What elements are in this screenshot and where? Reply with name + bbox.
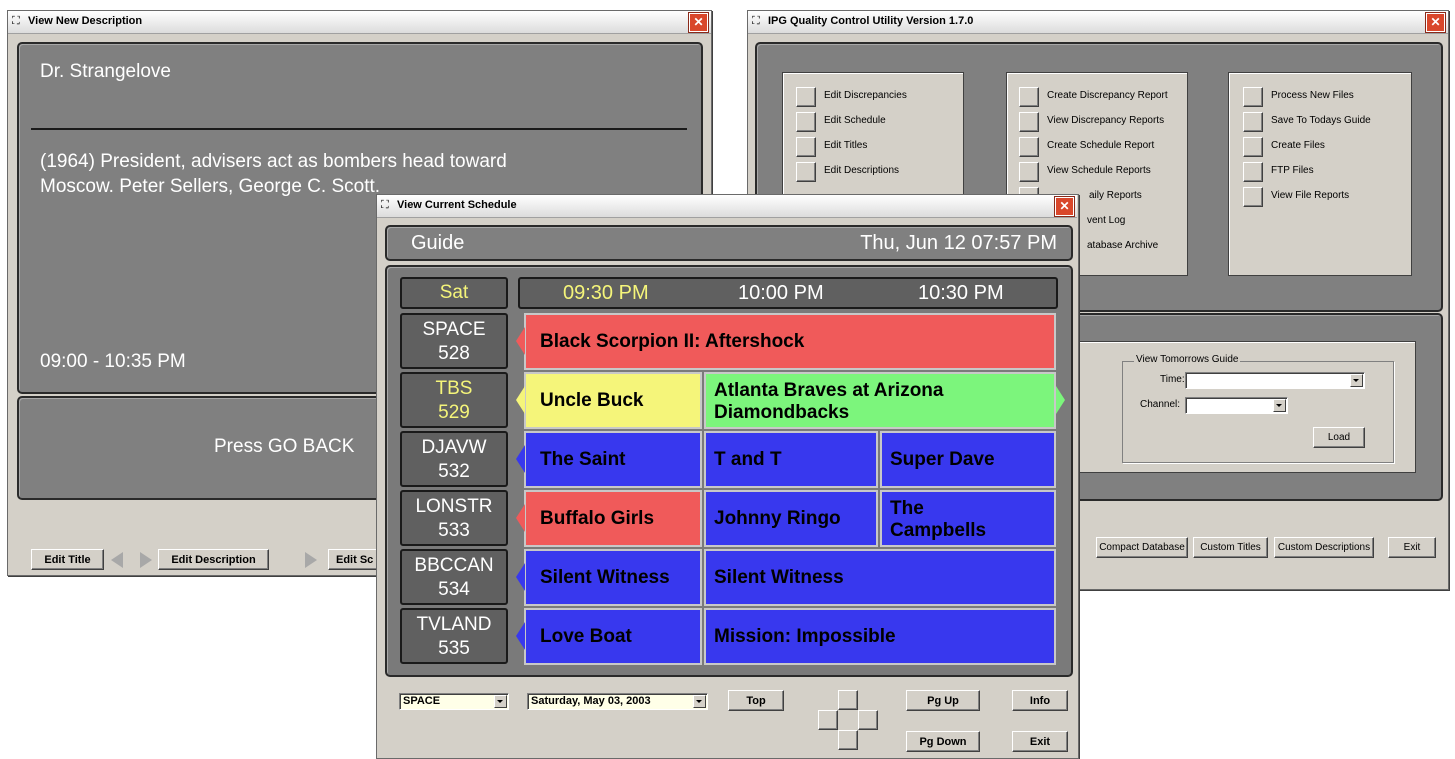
channel-select[interactable]: SPACE xyxy=(399,693,509,710)
program-cell[interactable]: The Saint xyxy=(524,431,702,488)
continues-left-marker xyxy=(516,386,525,414)
program-cell[interactable]: Super Dave xyxy=(880,431,1056,488)
program-cell[interactable]: The Campbells xyxy=(880,490,1056,547)
app-icon: ⛶ xyxy=(381,199,389,211)
qc-window-titlebar[interactable]: ⛶ IPG Quality Control Utility Version 1.… xyxy=(748,11,1448,34)
program-cell[interactable]: Johnny Ringo xyxy=(704,490,878,547)
continues-right-marker xyxy=(1056,386,1065,414)
custom-descriptions-button[interactable]: Custom Descriptions xyxy=(1274,537,1374,558)
edit-title-button[interactable]: Edit Title xyxy=(31,549,104,570)
press-go-back-message: Press GO BACK xyxy=(214,436,355,457)
app-icon: ⛶ xyxy=(752,15,760,27)
window-title: View New Description xyxy=(28,15,143,27)
window-title: View Current Schedule xyxy=(397,199,517,211)
load-button[interactable]: Load xyxy=(1313,427,1365,448)
description-line-2: Moscow. Peter Sellers, George C. Scott. xyxy=(40,176,381,197)
page-up-button[interactable]: Pg Up xyxy=(906,690,980,711)
channel-label: Channel: xyxy=(1140,399,1181,410)
channel-space[interactable]: SPACE 528 xyxy=(400,313,508,369)
dpad-left[interactable] xyxy=(818,710,838,730)
chevron-down-icon[interactable] xyxy=(693,695,706,708)
arrow-left-icon[interactable] xyxy=(111,552,123,568)
program-cell[interactable]: Atlanta Braves at Arizona Diamondbacks xyxy=(704,372,1056,429)
day-label-box: Sat xyxy=(400,277,508,309)
edit-description-button[interactable]: Edit Description xyxy=(158,549,269,570)
qc-tomorrow-inner: View Tomorrows Guide Time: Channel: Load xyxy=(1069,341,1416,473)
guide-header: Guide Thu, Jun 12 07:57 PM xyxy=(385,225,1073,261)
time-label: Time: xyxy=(1160,374,1185,385)
program-cell[interactable]: Silent Witness xyxy=(524,549,702,606)
current-datetime: Thu, Jun 12 07:57 PM xyxy=(860,232,1057,254)
info-button[interactable]: Info xyxy=(1012,690,1068,711)
chevron-down-icon[interactable] xyxy=(1273,399,1286,412)
exit-button[interactable]: Exit xyxy=(1388,537,1436,558)
program-cell[interactable]: Buffalo Girls xyxy=(524,490,702,547)
time-slot-2: 10:00 PM xyxy=(738,282,824,304)
description-line-1: (1964) President, advisers act as bomber… xyxy=(40,151,507,172)
dpad-down[interactable] xyxy=(838,730,858,750)
description-window-titlebar[interactable]: ⛶ View New Description ✕ xyxy=(8,11,711,34)
arrow-right-icon[interactable] xyxy=(305,552,317,568)
time-header: 09:30 PM 10:00 PM 10:30 PM xyxy=(518,277,1058,309)
channel-dropdown[interactable] xyxy=(1185,397,1288,414)
date-select[interactable]: Saturday, May 03, 2003 xyxy=(527,693,708,710)
window-title: IPG Quality Control Utility Version 1.7.… xyxy=(768,15,974,27)
channel-tbs[interactable]: TBS 529 xyxy=(400,372,508,428)
close-icon[interactable]: ✕ xyxy=(1055,197,1074,216)
app-icon: ⛶ xyxy=(12,15,20,27)
program-cell[interactable]: Love Boat xyxy=(524,608,702,665)
divider xyxy=(31,128,687,130)
program-cell[interactable]: Uncle Buck xyxy=(524,372,702,429)
exit-button[interactable]: Exit xyxy=(1012,731,1068,752)
continues-left-marker xyxy=(516,504,525,532)
channel-bbccan[interactable]: BBCCAN 534 xyxy=(400,549,508,605)
qc-column-3: Process New Files Save To Todays Guide C… xyxy=(1228,72,1412,276)
chevron-down-icon[interactable] xyxy=(494,695,507,708)
program-cell[interactable]: Silent Witness xyxy=(704,549,1056,606)
guide-label: Guide xyxy=(411,232,465,254)
page-down-button[interactable]: Pg Down xyxy=(906,731,980,752)
time-slot-1: 09:30 PM xyxy=(563,282,649,304)
program-cell[interactable]: T and T xyxy=(704,431,878,488)
schedule-window-titlebar[interactable]: ⛶ View Current Schedule ✕ xyxy=(377,195,1077,218)
tomorrow-group-label: View Tomorrows Guide xyxy=(1134,354,1241,365)
dpad-right[interactable] xyxy=(858,710,878,730)
continues-left-marker xyxy=(516,327,525,355)
program-cell[interactable]: Black Scorpion II: Aftershock xyxy=(524,313,1056,370)
channel-djavw[interactable]: DJAVW 532 xyxy=(400,431,508,487)
time-slot-3: 10:30 PM xyxy=(918,282,1004,304)
dpad-up[interactable] xyxy=(838,690,858,710)
arrow-right-icon[interactable] xyxy=(140,552,152,568)
compact-database-button[interactable]: Compact Database xyxy=(1096,537,1188,558)
day-label: Sat xyxy=(439,282,469,303)
program-cell[interactable]: Mission: Impossible xyxy=(704,608,1056,665)
time-range: 09:00 - 10:35 PM xyxy=(40,351,186,372)
channel-lonstr[interactable]: LONSTR 533 xyxy=(400,490,508,546)
continues-left-marker xyxy=(516,563,525,591)
continues-left-marker xyxy=(516,445,525,473)
top-button[interactable]: Top xyxy=(728,690,784,711)
program-title: Dr. Strangelove xyxy=(40,61,171,82)
chevron-down-icon[interactable] xyxy=(1350,374,1363,387)
channel-tvland[interactable]: TVLAND 535 xyxy=(400,608,508,664)
close-icon[interactable]: ✕ xyxy=(689,13,708,32)
close-icon[interactable]: ✕ xyxy=(1426,13,1445,32)
custom-titles-button[interactable]: Custom Titles xyxy=(1193,537,1268,558)
time-dropdown[interactable] xyxy=(1185,372,1365,389)
continues-left-marker xyxy=(516,622,525,650)
